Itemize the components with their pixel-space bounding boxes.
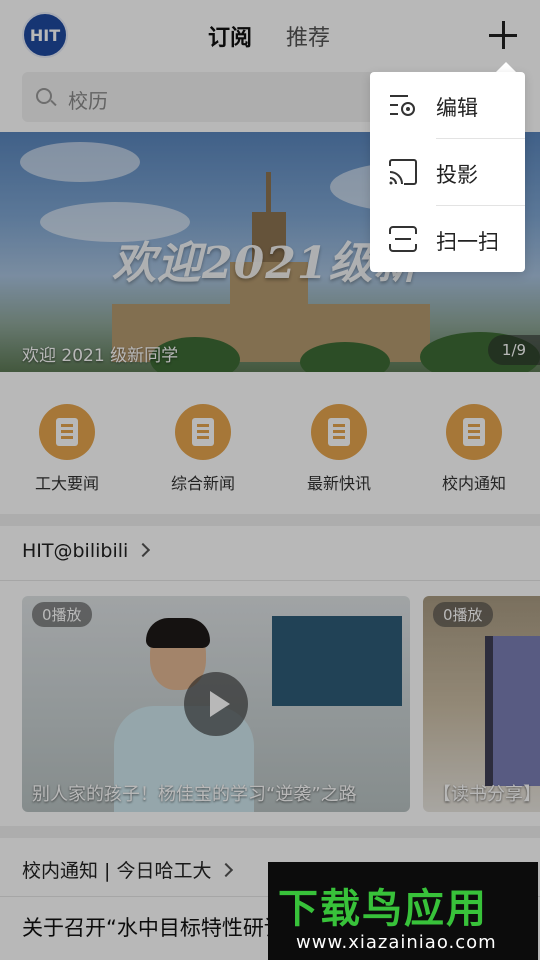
menu-item-label: 编辑: [436, 96, 478, 120]
app-screen: HIT 订阅 推荐 校历 欢迎2021级新 欢迎 2021 级新同学 1/9 工…: [0, 0, 540, 960]
popup-arrow: [496, 62, 516, 72]
menu-item-scan[interactable]: 扫一扫: [370, 206, 525, 272]
popup-menu: 编辑 投影 扫一扫: [370, 72, 525, 272]
watermark-url: www.xiazainiao.com: [296, 932, 497, 953]
watermark-banner: 下载鸟应用 www.xiazainiao.com: [268, 862, 538, 960]
menu-item-cast[interactable]: 投影: [370, 139, 525, 205]
edit-icon: [390, 95, 415, 116]
menu-item-label: 扫一扫: [436, 230, 499, 254]
menu-item-label: 投影: [436, 163, 478, 187]
watermark-text: 下载鸟应用: [278, 886, 488, 932]
cast-icon: [389, 159, 417, 185]
scan-icon: [389, 226, 417, 252]
menu-item-edit[interactable]: 编辑: [370, 72, 525, 138]
